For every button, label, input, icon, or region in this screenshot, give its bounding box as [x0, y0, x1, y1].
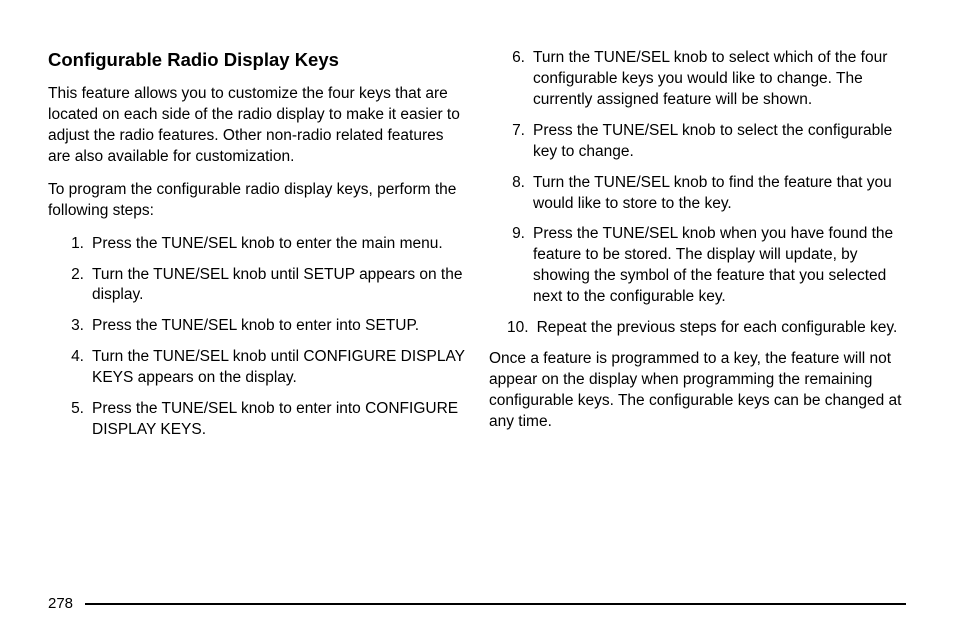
- list-number: 9.: [507, 224, 533, 308]
- footer-rule: [85, 603, 906, 605]
- list-number: 10.: [507, 318, 537, 339]
- closing-paragraph: Once a feature is programmed to a key, t…: [489, 349, 906, 433]
- list-item: 10.Repeat the previous steps for each co…: [489, 318, 906, 339]
- list-text: Turn the TUNE/SEL knob until CONFIGURE D…: [92, 347, 465, 389]
- right-column: 6.Turn the TUNE/SEL knob to select which…: [489, 48, 906, 451]
- list-item: 2.Turn the TUNE/SEL knob until SETUP app…: [48, 265, 465, 307]
- list-text: Turn the TUNE/SEL knob until SETUP appea…: [92, 265, 465, 307]
- list-item: 5.Press the TUNE/SEL knob to enter into …: [48, 399, 465, 441]
- list-number: 7.: [507, 121, 533, 163]
- section-heading: Configurable Radio Display Keys: [48, 48, 465, 72]
- list-item: 9.Press the TUNE/SEL knob when you have …: [489, 224, 906, 308]
- list-text: Repeat the previous steps for each confi…: [537, 318, 906, 339]
- left-column: Configurable Radio Display Keys This fea…: [48, 48, 465, 451]
- list-number: 5.: [66, 399, 92, 441]
- list-number: 6.: [507, 48, 533, 111]
- list-text: Press the TUNE/SEL knob to select the co…: [533, 121, 906, 163]
- intro-paragraph: This feature allows you to customize the…: [48, 84, 465, 168]
- list-item: 1.Press the TUNE/SEL knob to enter the m…: [48, 234, 465, 255]
- list-number: 8.: [507, 173, 533, 215]
- list-text: Press the TUNE/SEL knob when you have fo…: [533, 224, 906, 308]
- list-item: 8.Turn the TUNE/SEL knob to find the fea…: [489, 173, 906, 215]
- list-text: Press the TUNE/SEL knob to enter into CO…: [92, 399, 465, 441]
- page-footer: 278: [48, 595, 906, 612]
- list-text: Press the TUNE/SEL knob to enter into SE…: [92, 316, 465, 337]
- list-text: Press the TUNE/SEL knob to enter the mai…: [92, 234, 465, 255]
- list-number: 2.: [66, 265, 92, 307]
- list-item: 3.Press the TUNE/SEL knob to enter into …: [48, 316, 465, 337]
- list-number: 4.: [66, 347, 92, 389]
- list-item: 7.Press the TUNE/SEL knob to select the …: [489, 121, 906, 163]
- list-number: 1.: [66, 234, 92, 255]
- list-number: 3.: [66, 316, 92, 337]
- lead-in-paragraph: To program the configurable radio displa…: [48, 180, 465, 222]
- page-number: 278: [48, 595, 73, 612]
- list-text: Turn the TUNE/SEL knob to select which o…: [533, 48, 906, 111]
- page-columns: Configurable Radio Display Keys This fea…: [48, 48, 906, 451]
- list-text: Turn the TUNE/SEL knob to find the featu…: [533, 173, 906, 215]
- list-item: 4.Turn the TUNE/SEL knob until CONFIGURE…: [48, 347, 465, 389]
- list-item: 6.Turn the TUNE/SEL knob to select which…: [489, 48, 906, 111]
